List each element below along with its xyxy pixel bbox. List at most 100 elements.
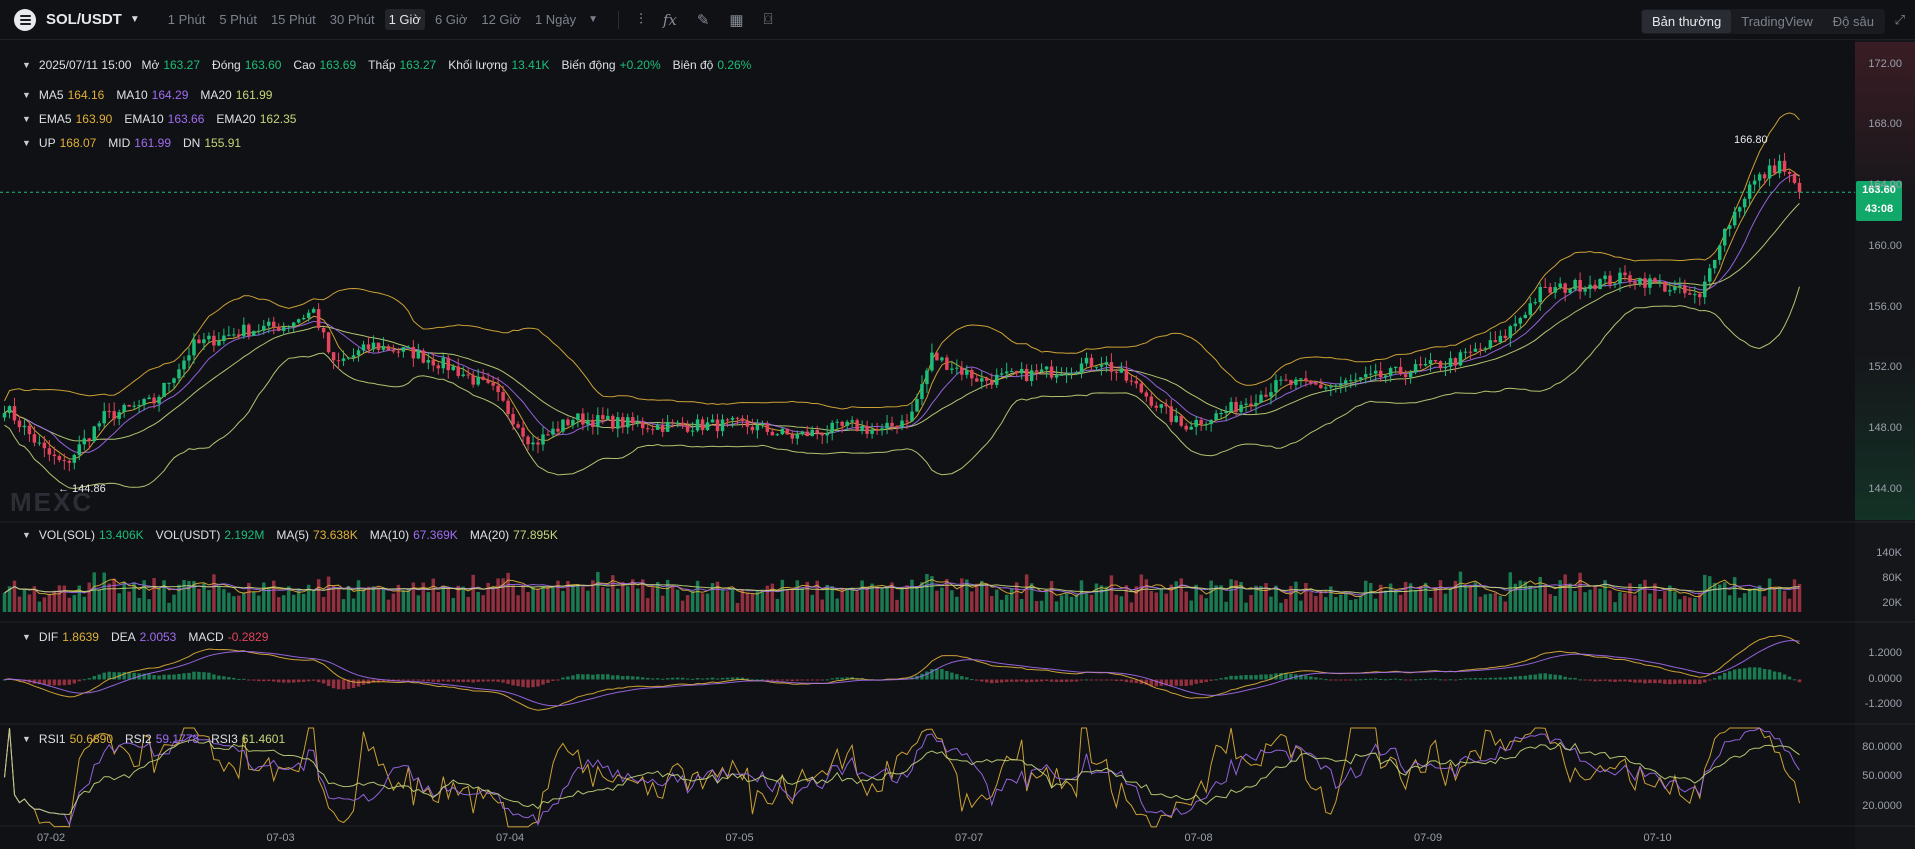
macd-histogram-bar [1678, 679, 1682, 684]
candle-body [1688, 293, 1692, 295]
volume-bar [1314, 596, 1318, 612]
macd-histogram-bar [451, 679, 455, 682]
volume-bar [695, 580, 700, 612]
candle-body [1294, 379, 1298, 385]
volume-bar [820, 599, 824, 612]
date-tick-label: 07-04 [496, 832, 525, 844]
collapse-icon[interactable]: ▼ [22, 90, 31, 100]
collapse-icon[interactable]: ▼ [22, 114, 31, 124]
candle-body [925, 370, 929, 385]
macd-histogram-bar [257, 679, 261, 682]
collapse-icon[interactable]: ▼ [22, 734, 31, 744]
candle-body [321, 327, 326, 333]
macd-histogram-bar [1548, 674, 1552, 680]
macd-histogram-bar [1104, 679, 1109, 681]
date-tick-label: 07-03 [266, 832, 295, 844]
macd-histogram-bar [127, 672, 131, 680]
volume-bar [1009, 588, 1014, 612]
macd-histogram-bar [1329, 679, 1333, 681]
candle-body [870, 429, 874, 434]
volume-bar [975, 583, 979, 612]
collapse-icon[interactable]: ▼ [22, 60, 31, 70]
macd-histogram-bar [197, 671, 201, 680]
date-tick-label: 07-10 [1643, 832, 1672, 844]
candle-body [441, 357, 446, 369]
macd-histogram-bar [47, 679, 52, 686]
macd-histogram-bar [1493, 677, 1498, 680]
volume-bar [182, 579, 186, 612]
ma20-value: 161.99 [235, 88, 273, 102]
macd-histogram-bar [1732, 669, 1737, 680]
candle-body [227, 334, 231, 336]
candle-body [346, 357, 351, 359]
candle-body [660, 424, 665, 432]
volume-bar [1458, 571, 1463, 612]
vol-sol-value: 13.406K [98, 528, 144, 542]
candle-body [531, 442, 535, 445]
volume-bar [476, 592, 480, 612]
amplitude-label: Biên độ [672, 58, 714, 72]
macd-histogram-bar [1264, 674, 1268, 680]
candle-body [1563, 283, 1567, 293]
collapse-icon[interactable]: ▼ [22, 632, 31, 642]
macd-histogram-bar [157, 675, 161, 680]
candle-body [705, 422, 710, 431]
macd-histogram-bar [436, 679, 441, 683]
candle-body [461, 374, 465, 376]
price-chart-canvas[interactable] [0, 0, 1915, 849]
candle-body [1329, 386, 1333, 388]
volume-bar [526, 592, 530, 612]
macd-histogram-bar [1608, 679, 1612, 682]
volume-bar [905, 585, 909, 612]
volume-bar [391, 593, 396, 612]
collapse-icon[interactable]: ▼ [22, 138, 31, 148]
candle-body [1234, 401, 1238, 412]
volume-bar [1189, 600, 1193, 612]
volume-value: 13.41K [511, 58, 550, 72]
candle-body [326, 332, 331, 353]
macd-histogram-bar [695, 678, 700, 680]
candle-body [650, 429, 655, 431]
vol-ma5-label: MA(5) [276, 528, 310, 542]
candle-body [222, 335, 226, 341]
macd-histogram-bar [252, 679, 256, 681]
price-tick-label: 148.00 [1868, 421, 1902, 434]
volume-bar [222, 589, 226, 612]
macd-histogram-bar [1094, 679, 1099, 681]
volume-bar [267, 588, 271, 612]
volume-bar [1488, 593, 1493, 612]
volume-bar [1782, 590, 1787, 612]
macd-histogram-bar [1613, 679, 1617, 683]
volume-bar [1493, 592, 1498, 612]
macd-histogram-bar [1413, 679, 1418, 681]
macd-histogram-bar [1658, 679, 1662, 684]
volume-bar [1643, 579, 1647, 612]
vol-usdt-label: VOL(USDT) [155, 528, 221, 542]
volume-bar [705, 593, 710, 612]
macd-histogram-bar [551, 679, 555, 681]
boll-dn-label: DN [183, 136, 201, 150]
candle-body [1259, 394, 1263, 403]
candle-body [940, 357, 944, 361]
macd-histogram-bar [306, 679, 311, 682]
macd-histogram-bar [82, 679, 87, 681]
volume-bar [511, 585, 515, 612]
volume-bar [1648, 593, 1652, 612]
collapse-icon[interactable]: ▼ [22, 530, 31, 540]
candle-body [257, 330, 261, 332]
macd-histogram-bar [1239, 675, 1243, 680]
candle-body [1618, 272, 1622, 284]
macd-histogram-bar [1034, 679, 1039, 682]
volume-bar [1299, 600, 1303, 612]
macd-histogram-bar [1204, 679, 1208, 683]
volume-bar [381, 588, 386, 612]
date-tick-label: 07-05 [725, 832, 754, 844]
macd-histogram-bar [725, 677, 730, 680]
volume-bar [745, 592, 750, 612]
price-axis-gradient [1855, 42, 1915, 520]
volume-bar [1319, 590, 1323, 612]
volume-bar [1762, 596, 1767, 612]
candle-body [1708, 268, 1712, 282]
candle-body [945, 357, 949, 370]
candle-body [1274, 380, 1278, 393]
